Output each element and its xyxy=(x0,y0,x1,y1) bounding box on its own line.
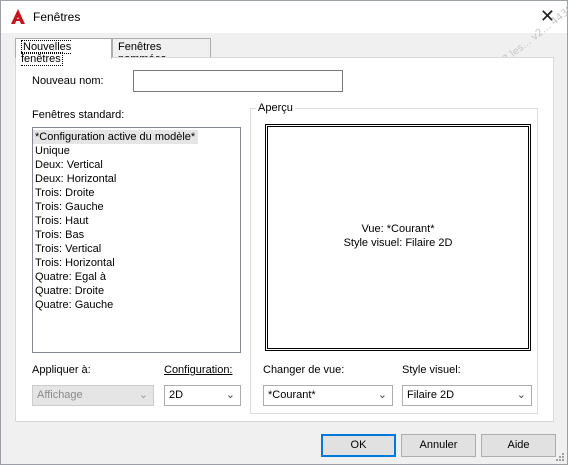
list-item[interactable]: Unique xyxy=(33,144,240,158)
chevron-down-icon: ⌄ xyxy=(516,389,526,401)
list-item[interactable]: Deux: Vertical xyxy=(33,158,240,172)
configuration-label-text: Configuration: xyxy=(164,364,233,376)
apply-to-select[interactable]: Affichage ⌄ xyxy=(32,385,154,406)
title-bar: Fenêtres ✕ ...1fb8 les... v2... 4439d-af… xyxy=(1,0,568,81)
list-item[interactable]: *Configuration active du modèle* xyxy=(33,130,240,144)
autocad-logo-icon xyxy=(11,9,25,24)
chevron-down-icon: ⌄ xyxy=(377,389,387,401)
help-button[interactable]: Aide xyxy=(481,434,556,457)
apply-to-value: Affichage xyxy=(37,389,83,401)
change-view-select[interactable]: *Courant* ⌄ xyxy=(263,385,393,406)
ok-button[interactable]: OK xyxy=(321,434,396,457)
list-item[interactable]: Trois: Bas xyxy=(33,228,240,242)
visual-style-label: Style visuel: xyxy=(402,364,461,376)
configuration-select[interactable]: 2D ⌄ xyxy=(164,385,241,406)
change-view-label: Changer de vue: xyxy=(263,364,345,376)
list-item[interactable]: Quatre: Gauche xyxy=(33,298,240,312)
list-item[interactable]: Trois: Haut xyxy=(33,214,240,228)
list-item[interactable]: Trois: Vertical xyxy=(33,242,240,256)
new-name-label: Nouveau nom: xyxy=(32,75,104,87)
tab-panel: Nouveau nom: Fenêtres standard: *Configu… xyxy=(15,57,554,422)
preview-view-text: Vue: *Courant* xyxy=(361,223,435,235)
new-name-field[interactable] xyxy=(133,70,343,92)
chevron-down-icon: ⌄ xyxy=(225,389,235,401)
chevron-down-icon: ⌄ xyxy=(138,389,148,401)
visual-style-select[interactable]: Filaire 2D ⌄ xyxy=(402,385,532,406)
list-item[interactable]: Deux: Horizontal xyxy=(33,172,240,186)
preview-style-text: Style visuel: Filaire 2D xyxy=(343,237,453,249)
preview-area: Vue: *Courant* Style visuel: Filaire 2D xyxy=(265,124,531,351)
resize-grip-icon[interactable] xyxy=(554,451,564,461)
list-item-label: *Configuration active du modèle* xyxy=(33,130,199,144)
standard-viewports-list[interactable]: *Configuration active du modèle* Unique … xyxy=(32,127,241,353)
apply-to-label: Appliquer à: xyxy=(32,364,91,376)
standard-viewports-label: Fenêtres standard: xyxy=(32,109,125,121)
window-title: Fenêtres xyxy=(33,10,81,24)
configuration-label: Configuration: xyxy=(164,364,233,376)
visual-style-value: Filaire 2D xyxy=(407,389,455,401)
list-item[interactable]: Quatre: Egal à xyxy=(33,270,240,284)
close-icon[interactable]: ✕ xyxy=(540,6,555,26)
preview-group-label: Aperçu xyxy=(256,102,295,114)
tab-fenetres-nommees[interactable]: Fenêtres nommées xyxy=(112,38,211,65)
cancel-button[interactable]: Annuler xyxy=(401,434,476,457)
list-item[interactable]: Trois: Gauche xyxy=(33,200,240,214)
list-item[interactable]: Trois: Horizontal xyxy=(33,256,240,270)
tab-nouvelles-fenetres[interactable]: Nouvelles fenêtres xyxy=(15,38,112,66)
change-view-value: *Courant* xyxy=(268,389,316,401)
list-item[interactable]: Trois: Droite xyxy=(33,186,240,200)
configuration-value: 2D xyxy=(169,389,184,401)
list-item[interactable]: Quatre: Droite xyxy=(33,284,240,298)
fenetres-dialog: Fenêtres ✕ ...1fb8 les... v2... 4439d-af… xyxy=(0,0,568,465)
